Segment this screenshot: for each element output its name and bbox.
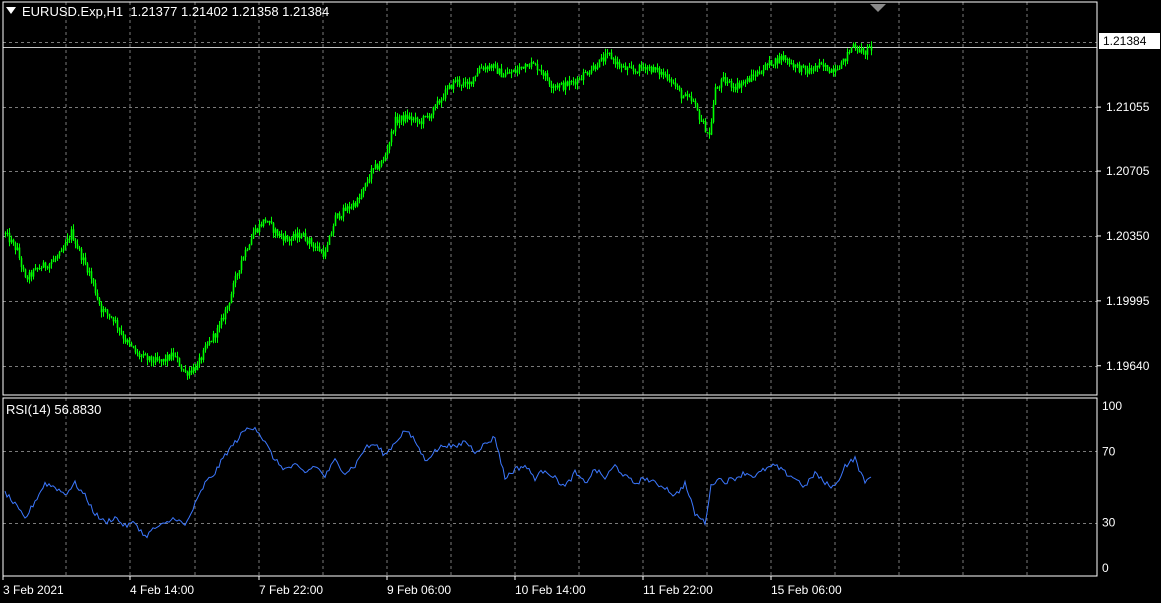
time-tick-label: 11 Feb 22:00	[643, 583, 713, 597]
main-panel-frame	[2, 1, 1098, 396]
grid-lines	[3, 2, 1097, 576]
rsi-tick-label: 0	[1102, 561, 1109, 575]
rsi-tick-label: 100	[1102, 399, 1122, 413]
rsi-tick-label: 30	[1102, 516, 1116, 530]
chart-header: EURUSD.Exp,H1 1.21377 1.21402 1.21358 1.…	[6, 4, 329, 19]
rsi-series	[4, 426, 872, 539]
rsi-tick-label: 70	[1102, 444, 1116, 458]
rsi-indicator-label: RSI(14) 56.8830	[6, 402, 102, 417]
time-tick-label: 10 Feb 14:00	[515, 583, 586, 597]
chart-frame	[2, 1, 1098, 577]
shift-marker-icon[interactable]	[870, 4, 886, 12]
price-tick-label: 1.19640	[1106, 359, 1150, 373]
time-tick-label: 9 Feb 06:00	[387, 583, 451, 597]
price-tick-label: 1.20350	[1106, 229, 1150, 243]
price-tick-label: 1.20705	[1106, 164, 1150, 178]
price-axis: 1.21055 1.20705 1.20350 1.19995 1.19640 100 70…	[870, 4, 1150, 575]
chart-canvas[interactable]: 1.21055 1.20705 1.20350 1.19995 1.19640 100 70…	[0, 0, 1161, 603]
current-price-label: 1.21384	[1099, 33, 1160, 49]
time-tick-label: 7 Feb 22:00	[259, 583, 323, 597]
symbol-label: EURUSD.Exp,H1	[22, 4, 124, 19]
triangle-down-icon[interactable]	[6, 7, 16, 14]
time-tick-label: 3 Feb 2021	[3, 583, 64, 597]
time-axis: 3 Feb 2021 4 Feb 14:00 7 Feb 22:00 9 Feb 06…	[2, 576, 842, 597]
time-tick-label: 4 Feb 14:00	[130, 583, 194, 597]
ohlc-values: 1.21377 1.21402 1.21358 1.21384	[130, 4, 330, 19]
candlestick-series	[4, 41, 873, 380]
price-tick-label: 1.21055	[1106, 100, 1150, 114]
trading-chart-window[interactable]: 1.21055 1.20705 1.20350 1.19995 1.19640 100 70…	[0, 0, 1161, 603]
price-tick-label: 1.19995	[1106, 294, 1150, 308]
rsi-panel-frame	[2, 397, 1098, 577]
rsi-line	[4, 426, 872, 539]
time-tick-label: 15 Feb 06:00	[771, 583, 842, 597]
